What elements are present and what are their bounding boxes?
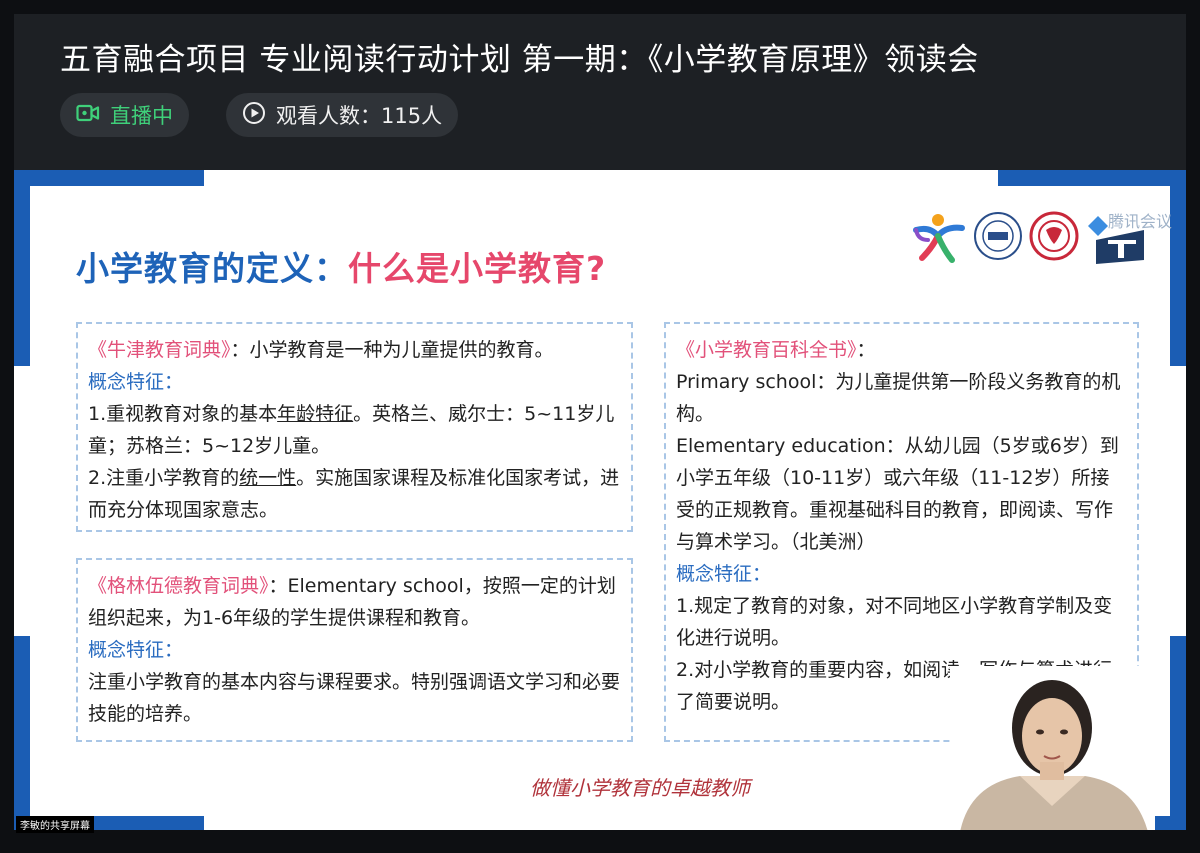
screen-share-label: 李敏的共享屏幕	[16, 816, 94, 833]
oxford-definition-box: 《牛津教育词典》：小学教育是一种为儿童提供的教育。 概念特征： 1.重视教育对象…	[76, 322, 633, 532]
box1-p2-pre: 2.注重小学教育的	[88, 467, 240, 489]
box1-p1-underline: 年龄特征	[277, 403, 354, 425]
meeting-title: 五育融合项目 专业阅读行动计划 第一期：《小学教育原理》领读会	[60, 42, 979, 78]
frame-band	[998, 170, 1186, 186]
slide-heading: 小学教育的定义：什么是小学教育?	[76, 242, 606, 290]
frame-band	[14, 170, 30, 366]
box1-p2-underline: 统一性	[239, 467, 297, 489]
box2-source: 《格林伍德教育词典》	[88, 575, 269, 597]
box3-colon: ：	[856, 339, 876, 361]
box1-source: 《牛津教育词典》	[88, 339, 231, 361]
viewer-count: 观看人数：115人	[276, 104, 443, 128]
greenwood-definition-box: 《格林伍德教育词典》：Elementary school，按照一定的计划组织起来…	[76, 558, 633, 742]
box3-feature-label: 概念特征：	[676, 563, 772, 585]
cnu-seal-logo	[972, 210, 1024, 266]
frame-band	[14, 170, 204, 186]
tencent-meeting-logo: 腾讯会议	[1082, 210, 1172, 270]
presentation-slide: 腾讯会议 小学教育的定义：什么是小学教育? 《牛津教育词典》：小学教育是一种为儿…	[30, 186, 1172, 830]
box3-p2: Elementary education：从幼儿园（5岁或6岁）到小学五年级（1…	[676, 435, 1119, 553]
box1-feature-label: 概念特征：	[88, 371, 184, 393]
footer-slogan: 做懂小学教育的卓越教师	[530, 776, 750, 800]
colorful-figure-logo	[910, 210, 968, 270]
box1-definition: ：小学教育是一种为儿童提供的教育。	[230, 339, 554, 361]
shared-screen: 腾讯会议 小学教育的定义：什么是小学教育? 《牛津教育词典》：小学教育是一种为儿…	[14, 170, 1186, 830]
logo-group: 腾讯会议	[910, 206, 1172, 266]
box2-feature-label: 概念特征：	[88, 639, 184, 661]
box3-source: 《小学教育百科全书》	[676, 339, 857, 361]
live-status-badge: 直播中	[60, 93, 189, 137]
frame-band	[1170, 636, 1186, 830]
presenter-video	[950, 666, 1155, 830]
frame-band	[14, 636, 30, 830]
frame-band	[1170, 170, 1186, 366]
live-label: 直播中	[110, 104, 173, 128]
watermark-text: 腾讯会议	[1108, 212, 1173, 231]
heading-part-1: 小学教育的定义：	[76, 249, 348, 288]
box3-p1: Primary school：为儿童提供第一阶段义务教育的机构。	[676, 371, 1121, 425]
red-seal-logo	[1028, 210, 1080, 266]
play-circle-icon	[242, 101, 266, 130]
box2-p1: 注重小学教育的基本内容与课程要求。特别强调语文学习和必要技能的培养。	[88, 671, 621, 725]
box1-p1-pre: 1.重视教育对象的基本	[88, 403, 278, 425]
box3-f1: 1.规定了教育的对象，对不同地区小学教育学制及变化进行说明。	[676, 595, 1113, 649]
viewer-count-badge: 观看人数：115人	[226, 93, 459, 137]
video-camera-icon	[76, 103, 100, 128]
heading-part-2: 什么是小学教育?	[348, 249, 607, 288]
